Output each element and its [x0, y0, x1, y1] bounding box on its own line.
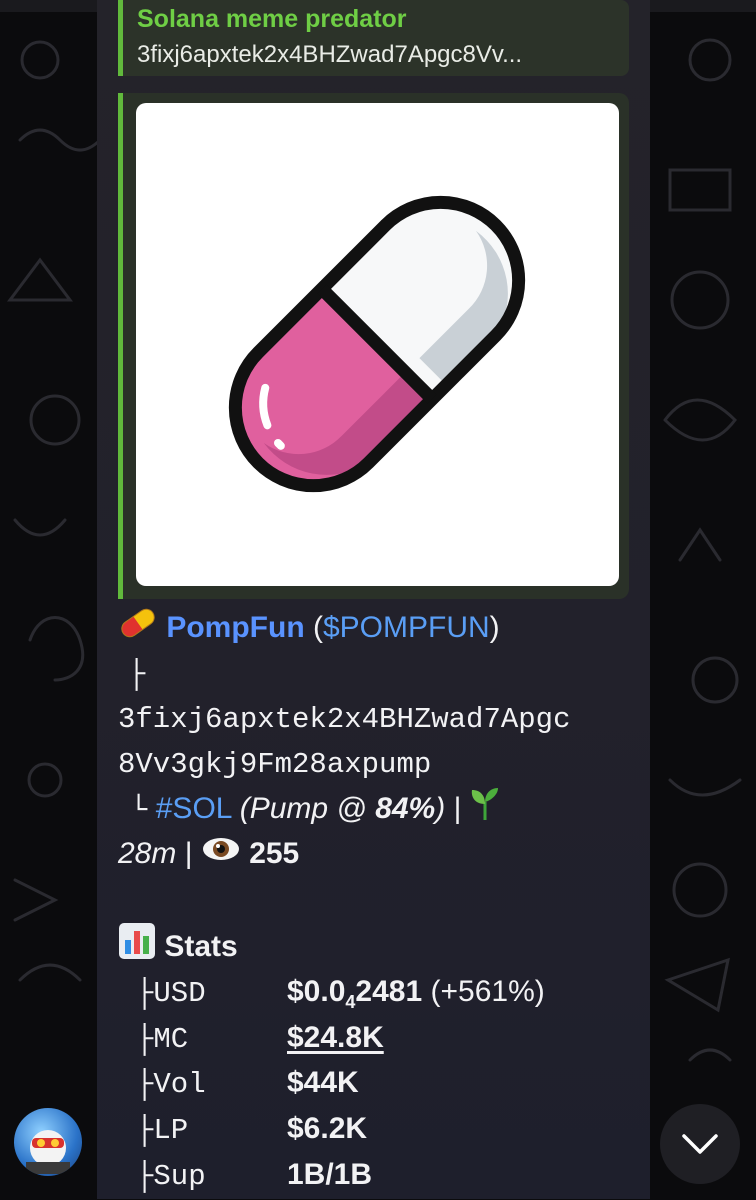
reply-sender-name: Solana meme predator [137, 5, 407, 33]
stat-value-mc[interactable]: $24.8K [287, 1015, 384, 1061]
scroll-down-button[interactable] [660, 1104, 740, 1184]
chain-hashtag[interactable]: #SOL [156, 792, 232, 825]
stat-label: LP [153, 1114, 189, 1147]
reply-text: 3fixj6apxtek2x4BHZwad7Apgc8Vv... [137, 41, 523, 68]
stat-label: Vol [153, 1068, 206, 1101]
stat-label: MC [153, 1023, 189, 1056]
stat-row-lp: ├LP $6.2K [136, 1106, 367, 1152]
chain-info: └ #SOL (Pump @ 84%) | [118, 786, 500, 834]
stat-row-vol: ├Vol $44K [136, 1060, 359, 1106]
stats-title: Stats [164, 929, 238, 963]
stat-row-mc: ├MC $24.8K [136, 1015, 384, 1061]
separator: | [453, 792, 462, 825]
token-header: PompFun ($POMPFUN) [118, 605, 500, 652]
pump-percent: 84% [375, 792, 436, 825]
tree-end: └ [130, 794, 148, 827]
token-age: 28m [118, 837, 177, 870]
view-count: 255 [249, 837, 300, 870]
ticker-close: ) [489, 611, 500, 644]
stat-label: Sup [153, 1160, 206, 1193]
pump-prefix: (Pump @ [239, 792, 376, 825]
tree-branch: ├ [136, 977, 154, 1010]
contract-address-line2[interactable]: 8Vv3gkj9Fm28axpump [118, 742, 431, 788]
pill-image [228, 195, 526, 493]
token-name-link[interactable]: PompFun [166, 611, 304, 644]
usd-zero-count: 4 [345, 992, 356, 1012]
stat-value-lp: $6.2K [287, 1112, 368, 1145]
stat-value-vol: $44K [287, 1066, 359, 1099]
reply-quote[interactable]: Solana meme predator 3fixj6apxtek2x4BHZw… [118, 0, 629, 76]
bar-chart-icon [118, 922, 156, 974]
usd-rest: 2481 [355, 975, 423, 1008]
chevron-down-icon [682, 1134, 718, 1154]
ticker-open: ( [304, 611, 323, 644]
stat-label: USD [153, 977, 206, 1010]
tree-branch: ├ [128, 658, 146, 691]
link-preview[interactable] [118, 93, 629, 599]
stats-header: Stats [118, 922, 238, 974]
contract-address-line1[interactable]: 3fixj6apxtek2x4BHZwad7Apgc [118, 697, 570, 743]
stat-row-usd: ├USD $0.042481 (+561%) [136, 969, 545, 1015]
usd-main: $0.0 [287, 975, 346, 1008]
pump-suffix: ) [435, 792, 446, 825]
stat-row-sup: ├Sup 1B/1B [136, 1152, 372, 1198]
age-views: 28m | 255 [118, 831, 299, 878]
tree-branch: ├ [136, 1160, 154, 1193]
eye-icon [201, 832, 241, 878]
avatar[interactable] [14, 1108, 82, 1176]
usd-change: (+561%) [430, 975, 545, 1008]
separator: | [184, 837, 193, 870]
tree-branch: ├ [136, 1023, 154, 1056]
ticker-link[interactable]: $POMPFUN [323, 611, 490, 644]
tree-branch: ├ [136, 1068, 154, 1101]
pill-icon [118, 606, 158, 652]
seedling-icon [470, 786, 500, 834]
tree-branch: ├ [136, 1114, 154, 1147]
preview-image[interactable] [136, 103, 619, 586]
stat-value-sup: 1B/1B [287, 1158, 373, 1191]
